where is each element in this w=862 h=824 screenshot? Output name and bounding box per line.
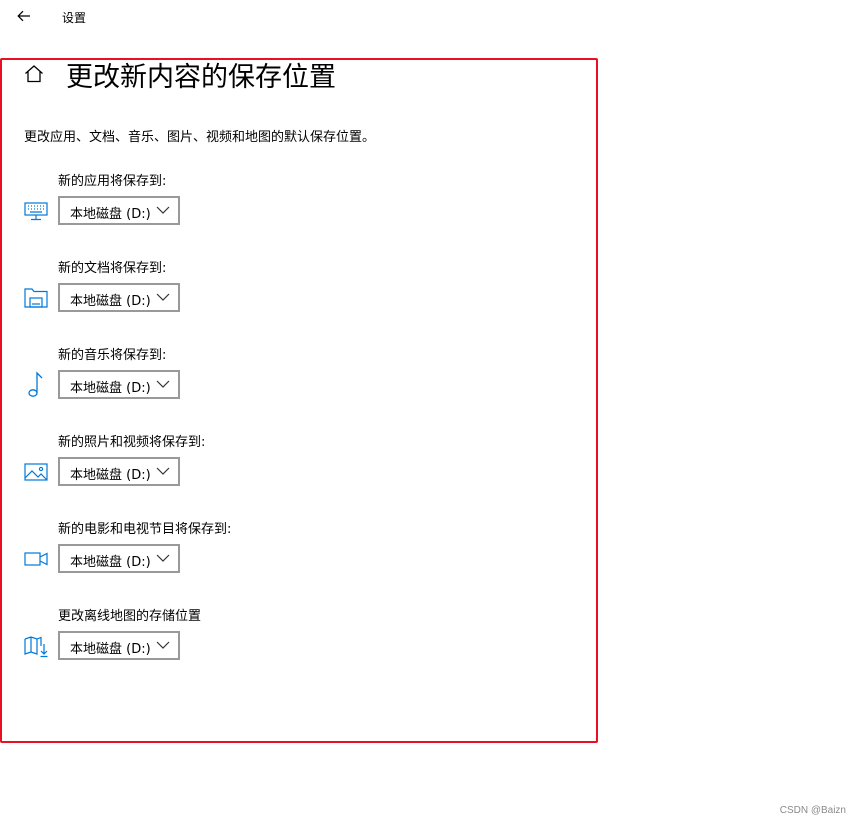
chevron-down-icon [156, 467, 170, 475]
chevron-down-icon [156, 554, 170, 562]
chevron-down-icon [156, 206, 170, 214]
setting-label-maps: 更改离线地图的存储位置 [58, 609, 202, 624]
chevron-down-icon [156, 641, 170, 649]
page-title: 更改新内容的保存位置 [66, 62, 336, 93]
home-icon [25, 65, 43, 83]
setting-label-documents: 新的文档将保存到: [58, 261, 167, 276]
dropdown-apps-location[interactable]: 本地磁盘 (D:) [58, 196, 180, 225]
back-button[interactable] [14, 6, 34, 26]
dropdown-value: 本地磁盘 (D:) [70, 207, 151, 222]
dropdown-value: 本地磁盘 (D:) [70, 468, 151, 483]
dropdown-value: 本地磁盘 (D:) [70, 555, 151, 570]
music-note-icon [22, 371, 50, 399]
setting-label-apps: 新的应用将保存到: [58, 174, 167, 189]
setting-label-music: 新的音乐将保存到: [58, 348, 167, 363]
monitor-icon [22, 197, 50, 225]
chevron-down-icon [156, 380, 170, 388]
picture-icon [22, 458, 50, 486]
setting-label-photos: 新的照片和视频将保存到: [58, 435, 206, 450]
back-arrow-icon [17, 10, 30, 22]
dropdown-movies-location[interactable]: 本地磁盘 (D:) [58, 544, 180, 573]
dropdown-music-location[interactable]: 本地磁盘 (D:) [58, 370, 180, 399]
dropdown-documents-location[interactable]: 本地磁盘 (D:) [58, 283, 180, 312]
dropdown-maps-location[interactable]: 本地磁盘 (D:) [58, 631, 180, 660]
app-title: 设置 [62, 11, 87, 25]
video-camera-icon [22, 545, 50, 573]
title-bar: 设置 [0, 0, 862, 32]
setting-label-movies: 新的电影和电视节目将保存到: [58, 522, 232, 537]
dropdown-value: 本地磁盘 (D:) [70, 381, 151, 396]
dropdown-photos-location[interactable]: 本地磁盘 (D:) [58, 457, 180, 486]
map-download-icon [22, 632, 50, 660]
watermark: CSDN @Baizn [779, 805, 846, 816]
dropdown-value: 本地磁盘 (D:) [70, 642, 151, 657]
page-description: 更改应用、文档、音乐、图片、视频和地图的默认保存位置。 [24, 130, 376, 145]
home-button[interactable] [22, 62, 46, 86]
folder-drive-icon [22, 284, 50, 312]
chevron-down-icon [156, 293, 170, 301]
dropdown-value: 本地磁盘 (D:) [70, 294, 151, 309]
